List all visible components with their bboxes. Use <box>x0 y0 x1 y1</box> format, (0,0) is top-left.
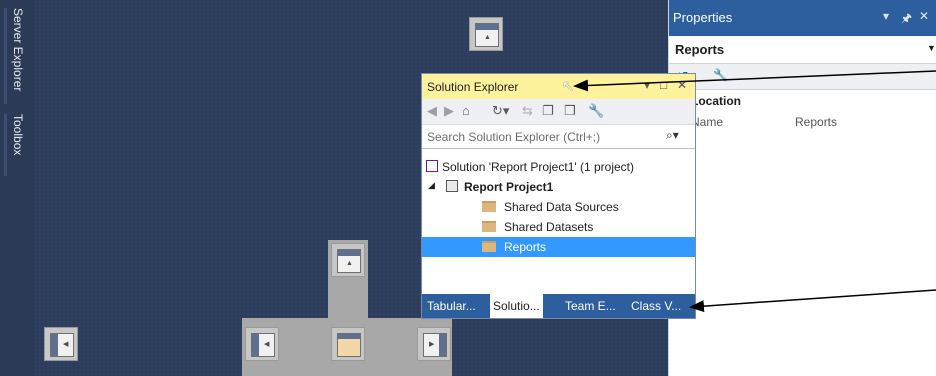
callout-arrow-title <box>573 70 936 92</box>
callout-arrow-tabs <box>689 289 936 313</box>
callout-arrows <box>573 70 936 313</box>
